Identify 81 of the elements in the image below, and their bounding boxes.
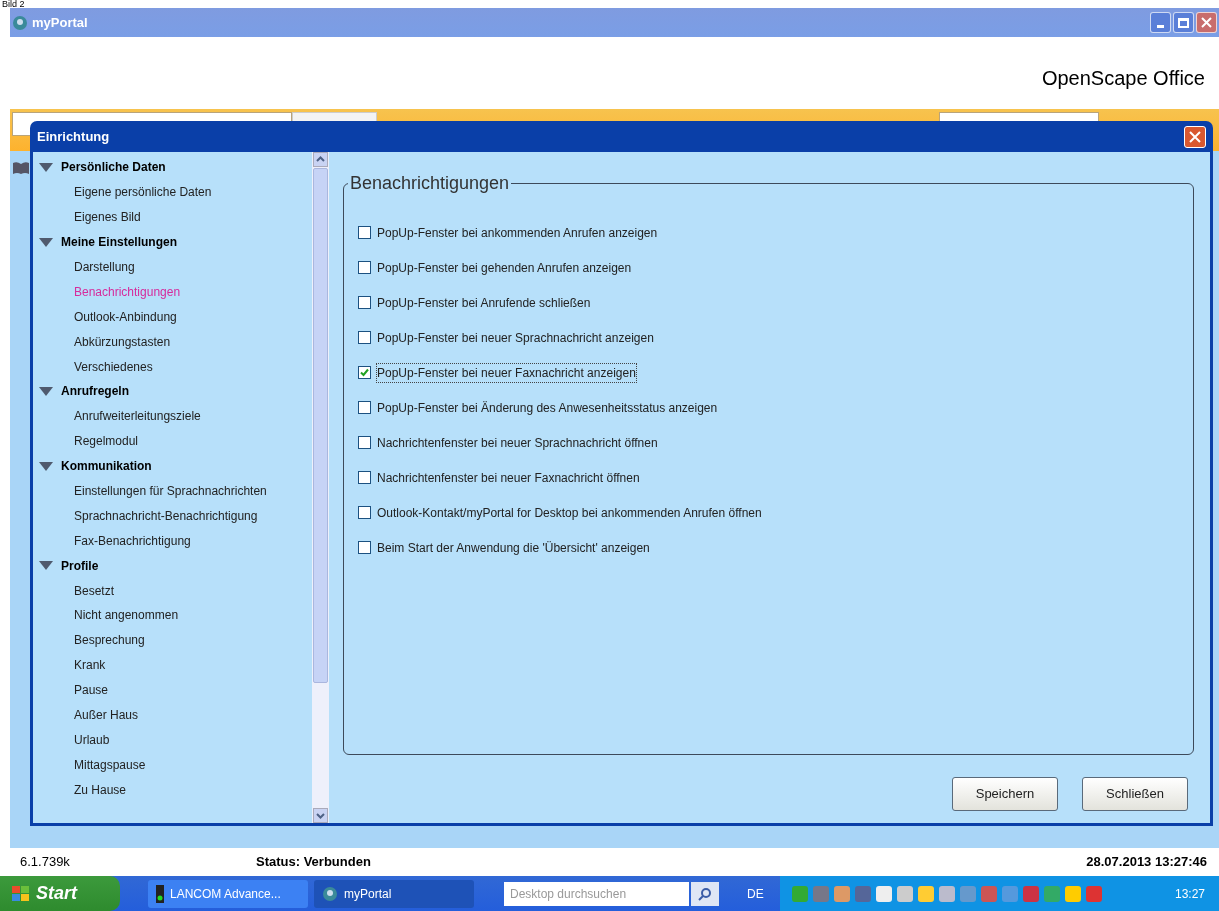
collapse-triangle-icon (39, 461, 53, 471)
search-icon (698, 886, 712, 901)
date-time: 28.07.2013 13:27:46 (1086, 853, 1207, 872)
tree-item[interactable]: Krank (33, 652, 312, 678)
window-title: myPortal (32, 13, 88, 32)
tree-item[interactable]: Besetzt (33, 578, 312, 604)
tree-item[interactable]: Darstellung (33, 254, 312, 280)
dialog-button[interactable]: Speichern (952, 777, 1058, 811)
windows-logo-icon (12, 885, 30, 902)
close-icon (1201, 17, 1212, 28)
tree-item[interactable]: Eigene persönliche Daten (33, 179, 312, 205)
tree-item[interactable]: Anrufweiterleitungsziele (33, 403, 312, 429)
clock: 13:27 (1174, 885, 1205, 903)
search-field[interactable]: Desktop durchsuchen (504, 881, 689, 906)
tree-group-header[interactable]: Profile (33, 553, 312, 579)
tree-item[interactable]: Eigenes Bild (33, 204, 312, 230)
tree-item[interactable]: Sprachnachricht-Benachrichtigung (33, 503, 312, 529)
checkbox[interactable] (358, 331, 371, 344)
collapse-triangle-icon (39, 162, 53, 172)
tree-item[interactable]: Abkürzungstasten (33, 329, 312, 355)
tree-item[interactable]: Outlook-Anbindung (33, 304, 312, 330)
tree-item[interactable]: Besprechung (33, 627, 312, 653)
tree-item[interactable]: Fax-Benachrichtigung (33, 528, 312, 554)
connection-status: Status: Verbunden (256, 853, 371, 872)
checkbox-label: PopUp-Fenster bei neuer Faxnachricht anzeigen (377, 363, 636, 382)
checkbox-label: Nachrichtenfenster bei neuer Faxnachricht öffnen (377, 469, 640, 487)
search-button[interactable] (691, 881, 719, 906)
tree-item[interactable]: Außer Haus (33, 702, 312, 728)
start-button[interactable]: Start (0, 876, 120, 911)
checkbox[interactable] (358, 401, 371, 414)
checkbox[interactable] (358, 296, 371, 309)
version-text: 6.1.739k (20, 853, 71, 872)
checkbox[interactable] (358, 261, 371, 274)
maximize-button[interactable] (1173, 12, 1194, 33)
checkbox-label: Nachrichtenfenster bei neuer Sprachnachricht öffnen (377, 434, 658, 452)
checkbox-label: PopUp-Fenster bei Änderung des Anwesenheitsstatus anzeigen (377, 399, 718, 417)
minimize-button[interactable] (1150, 12, 1171, 33)
book-icon (12, 161, 30, 175)
checkbox[interactable] (358, 226, 371, 239)
traffic-light-icon (156, 884, 164, 903)
tree-item[interactable]: Nicht angenommen (33, 603, 312, 628)
taskbar-button[interactable]: LANCOM Advance... (148, 879, 308, 908)
checkbox[interactable] (358, 436, 371, 449)
tree-group-header[interactable]: Kommunikation (33, 453, 312, 479)
close-button[interactable] (1184, 125, 1206, 148)
checkbox-label: Outlook-Kontakt/myPortal for Desktop bei ankommenden Anrufen öffnen (377, 504, 762, 522)
search-input[interactable]: Desktop durchsuchen (510, 884, 683, 903)
scrollbar[interactable] (312, 152, 329, 823)
app-icon (322, 885, 338, 902)
dialog-title: Einrichtung (37, 127, 110, 146)
tree-group-header[interactable]: Meine Einstellungen (33, 229, 312, 255)
close-icon (1189, 130, 1201, 143)
tree-item[interactable]: Einstellungen für Sprachnachrichten (33, 478, 312, 504)
checkbox-label: PopUp-Fenster bei neuer Sprachnachricht anzeigen (377, 329, 654, 347)
tree-item[interactable]: Verschiedenes (33, 354, 312, 379)
dialog-button[interactable]: Schließen (1082, 777, 1188, 811)
checkbox[interactable] (358, 471, 371, 484)
tree-item[interactable]: Mittagspause (33, 752, 312, 778)
checkbox-label: PopUp-Fenster bei gehenden Anrufen anzeigen (377, 259, 632, 277)
tree-item[interactable]: Zu Hause (33, 777, 312, 803)
checkbox[interactable] (358, 366, 371, 379)
caption: Bild 2 (2, 0, 26, 8)
collapse-triangle-icon (39, 237, 53, 247)
language-indicator[interactable]: DE (747, 884, 764, 903)
tree-item[interactable]: Pause (33, 677, 312, 703)
app-icon (12, 14, 28, 31)
collapse-triangle-icon (39, 386, 53, 396)
scroll-thumb[interactable] (313, 168, 328, 683)
tree-group-header[interactable]: Anrufregeln (33, 379, 312, 404)
tree-item[interactable]: Regelmodul (33, 428, 312, 454)
group-title: Benachrichtigungen (349, 172, 511, 195)
checkbox[interactable] (358, 541, 371, 554)
checkbox[interactable] (358, 506, 371, 519)
checkbox-label: PopUp-Fenster bei ankommenden Anrufen anzeigen (377, 224, 658, 242)
checkbox-label: Beim Start der Anwendung die 'Übersicht' anzeigen (377, 539, 650, 557)
tree-group-header[interactable]: Persönliche Daten (33, 155, 312, 180)
brand-title: OpenScape Office (1041, 66, 1205, 91)
taskbar-button[interactable]: myPortal (314, 879, 474, 908)
tree-item[interactable]: Urlaub (33, 727, 312, 753)
checkbox-label: PopUp-Fenster bei Anrufende schließen (377, 294, 591, 312)
collapse-triangle-icon (39, 561, 53, 571)
